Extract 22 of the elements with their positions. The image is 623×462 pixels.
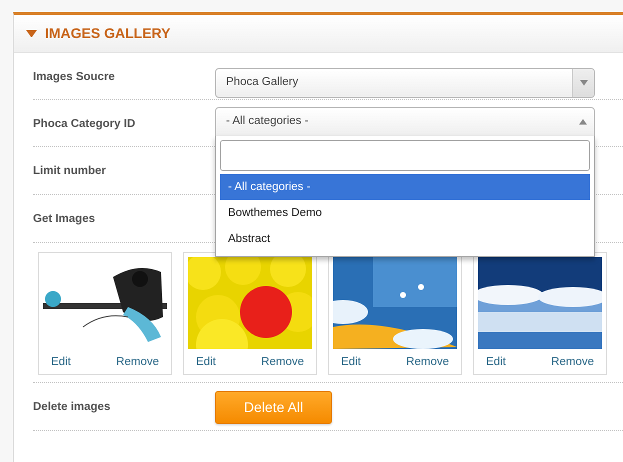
edit-link[interactable]: Edit — [51, 354, 71, 372]
field-label: Get Images — [33, 212, 96, 227]
caret-icon — [580, 80, 588, 86]
field-label: Delete images — [33, 400, 112, 415]
edit-link[interactable]: Edit — [486, 354, 506, 372]
remove-link[interactable]: Remove — [406, 354, 449, 372]
select-field[interactable]: Phoca Gallery — [215, 68, 595, 98]
search-field[interactable] — [220, 140, 590, 171]
field-label: Images Soucre — [33, 70, 116, 85]
edit-link[interactable]: Edit — [196, 354, 216, 372]
field-label: Limit number — [33, 164, 107, 179]
panel-title: IMAGES GALLERY — [45, 24, 170, 43]
remove-link[interactable]: Remove — [116, 354, 159, 372]
dropdown-option[interactable]: Bowthemes Demo — [220, 200, 590, 226]
remove-link[interactable]: Remove — [551, 354, 594, 372]
caret-icon — [579, 119, 587, 125]
edit-link[interactable]: Edit — [341, 354, 361, 372]
field-label: Phoca Category ID — [33, 117, 136, 132]
dropdown-option[interactable]: Abstract — [220, 226, 590, 252]
dropdown-option[interactable]: - All categories - — [220, 174, 590, 200]
remove-link[interactable]: Remove — [261, 354, 304, 372]
collapse-icon[interactable] — [26, 30, 37, 38]
